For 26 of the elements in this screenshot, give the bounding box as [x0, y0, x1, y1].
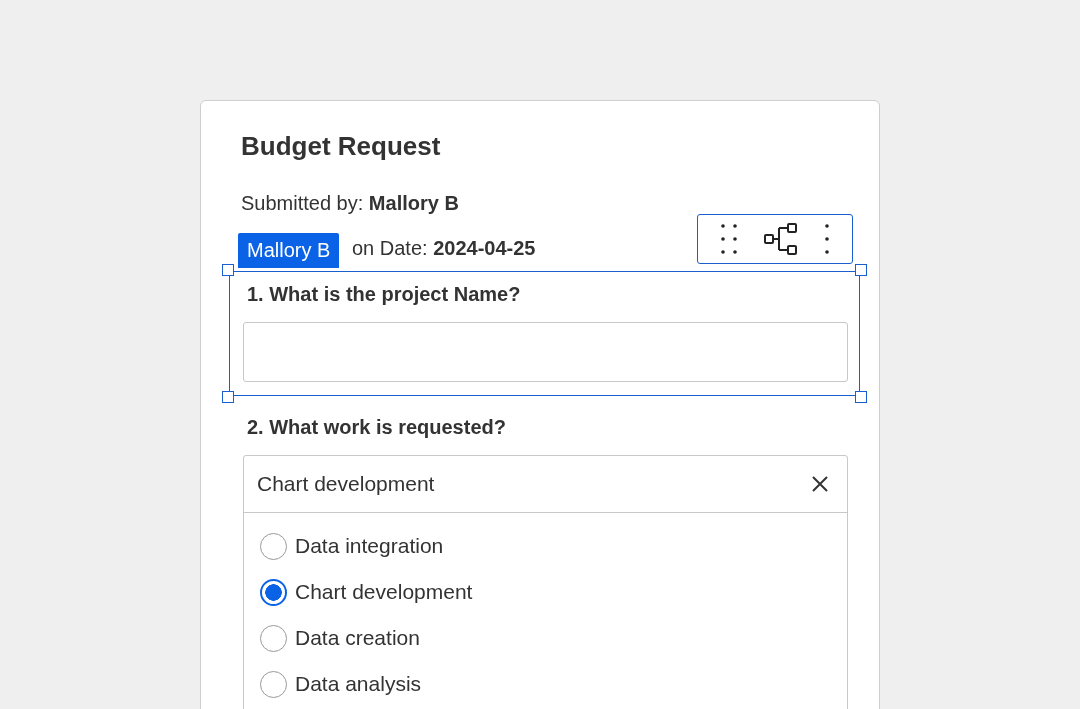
resize-handle[interactable]: [855, 391, 867, 403]
resize-handle[interactable]: [222, 264, 234, 276]
submitted-by: Submitted by: Mallory B: [241, 192, 460, 215]
input-field[interactable]: [243, 322, 848, 382]
hierarchy-icon[interactable]: [764, 222, 798, 256]
option-label: Data integration: [295, 534, 444, 558]
option-label: Data analysis: [295, 672, 422, 696]
more-icon[interactable]: [824, 223, 830, 255]
radio-option[interactable]: Chart development: [260, 569, 831, 615]
submission-date: on Date: 2024-04-25: [352, 237, 536, 260]
selection-frame[interactable]: [229, 271, 860, 396]
option-label: Chart development: [295, 580, 473, 604]
form-title: Budget Request: [241, 131, 442, 162]
resize-handle[interactable]: [855, 264, 867, 276]
radio-option[interactable]: Data analysis: [260, 661, 831, 707]
resize-handle[interactable]: [222, 391, 234, 403]
select-field[interactable]: Chart development: [244, 456, 847, 513]
question-label: 2. What work is requested?: [246, 416, 507, 439]
question-label: 1. What is the project Name?: [246, 283, 522, 306]
user-tag: Mallory B: [238, 233, 340, 268]
radio-option[interactable]: Data integration: [260, 523, 831, 569]
close-icon[interactable]: [811, 475, 829, 493]
drag-handle-icon[interactable]: [720, 223, 738, 255]
option-label: Data creation: [295, 626, 420, 650]
radio-option[interactable]: Data creation: [260, 615, 831, 661]
radio-button[interactable]: [260, 578, 287, 606]
